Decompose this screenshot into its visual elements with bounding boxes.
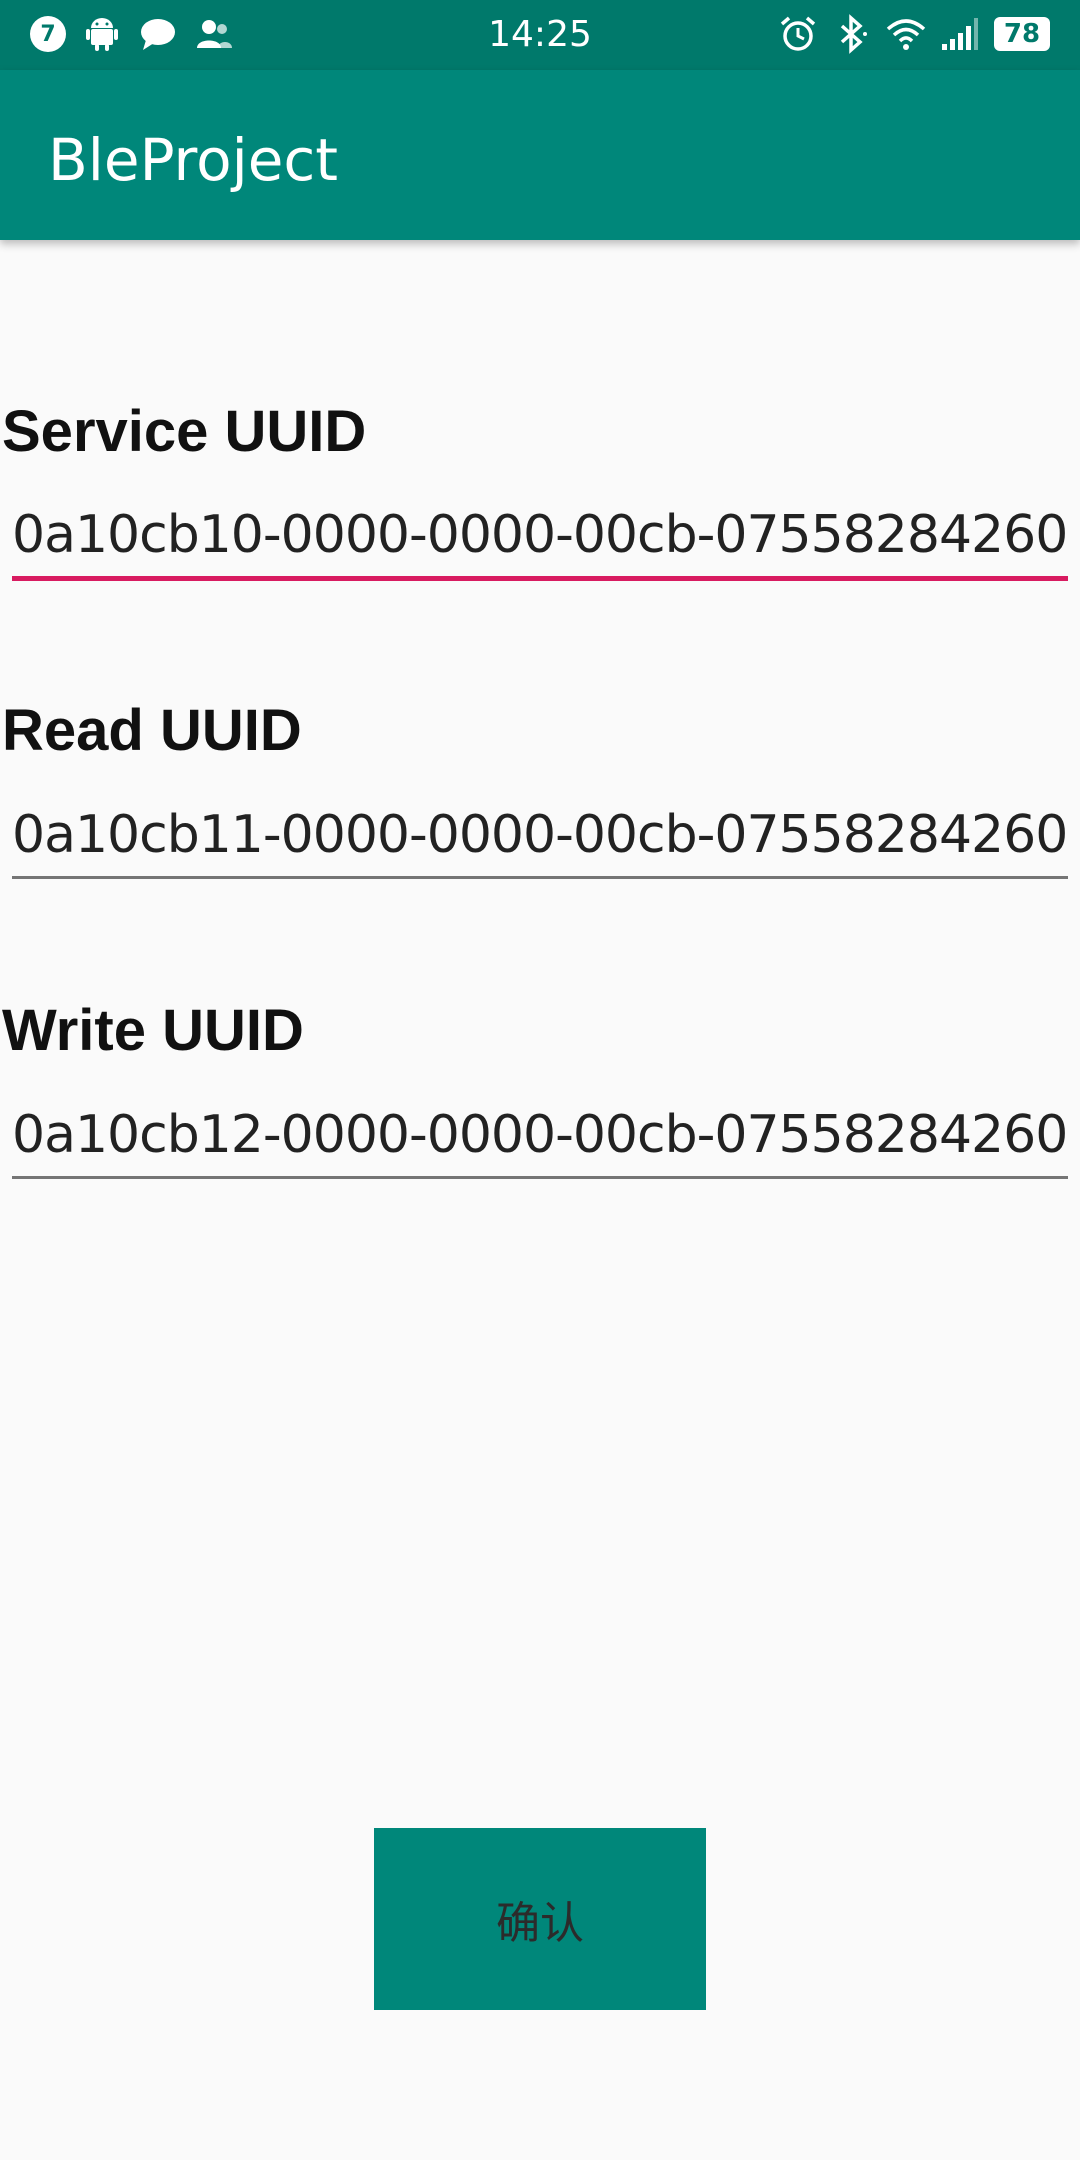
alarm-icon — [780, 16, 816, 51]
write-uuid-input[interactable] — [12, 1090, 1068, 1180]
service-uuid-input[interactable] — [12, 490, 1068, 580]
app-title: BleProject — [48, 126, 339, 194]
signal-icon — [942, 18, 978, 50]
read-uuid-underline — [12, 876, 1068, 879]
read-uuid-input[interactable] — [12, 790, 1068, 880]
read-uuid-label: Read UUID — [2, 698, 302, 763]
battery-icon: 78 — [994, 17, 1050, 51]
write-uuid-label: Write UUID — [2, 998, 304, 1063]
service-uuid-label: Service UUID — [2, 399, 367, 464]
app-bar: BleProject — [0, 70, 1080, 240]
status-bar-right: 78 — [778, 14, 1050, 54]
service-uuid-underline — [12, 576, 1068, 581]
confirm-button[interactable]: 确认 — [374, 1828, 706, 2010]
status-bar: 7 14:25 78 — [0, 0, 1080, 70]
wifi-icon — [886, 19, 926, 50]
write-uuid-underline — [12, 1176, 1068, 1179]
bluetooth-icon — [840, 14, 867, 54]
